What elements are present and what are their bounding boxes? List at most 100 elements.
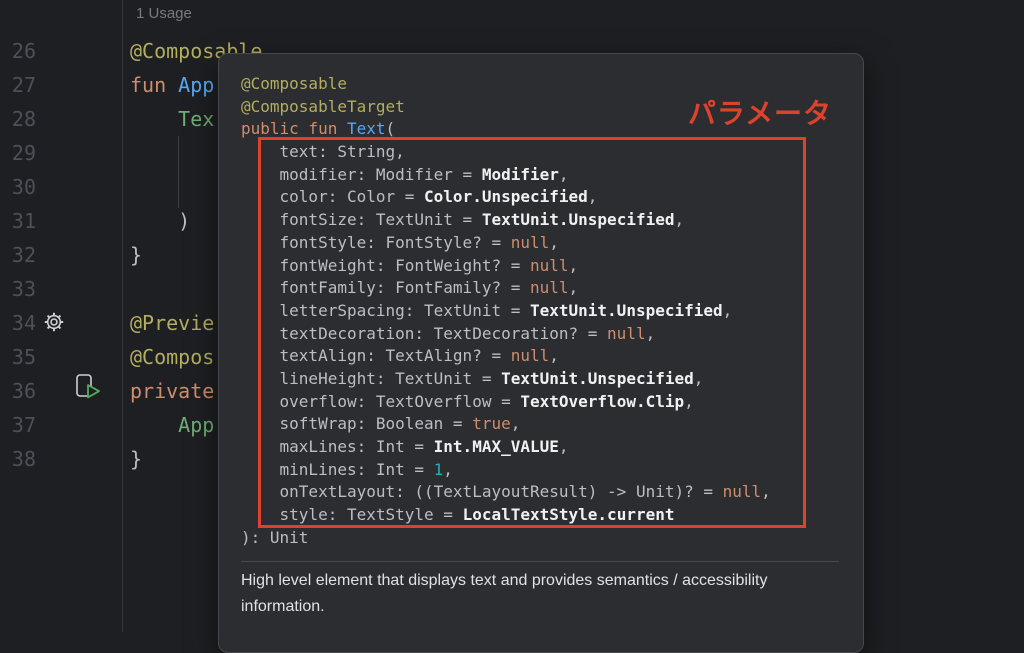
code-token: true (472, 414, 511, 433)
code-token: App (178, 73, 214, 97)
code-token: , (559, 437, 569, 456)
line-number: 37 (0, 408, 36, 442)
line-number: 28 (0, 102, 36, 136)
popup-code-block: @Composable@ComposableTargetpublic fun T… (241, 73, 771, 549)
code-token: , (569, 278, 579, 297)
code-token: letterSpacing: TextUnit = (241, 301, 530, 320)
line-number: 27 (0, 68, 36, 102)
code-token: @Compos (130, 345, 214, 369)
code-token: null (511, 346, 550, 365)
code-token: null (607, 324, 646, 343)
code-token: fun (130, 73, 178, 97)
code-token: LocalTextStyle.current (463, 505, 675, 524)
documentation-popup[interactable]: @Composable@ComposableTargetpublic fun T… (218, 53, 864, 653)
popup-code-line: text: String, (241, 141, 771, 164)
code-token: text: String, (241, 142, 405, 161)
code-token: } (130, 447, 142, 471)
popup-description-line: High level element that displays text an… (241, 568, 851, 594)
code-token: , (674, 210, 684, 229)
popup-divider (241, 561, 839, 562)
code-line[interactable]: } (130, 238, 142, 272)
code-token: , (569, 256, 579, 275)
code-token: TextUnit.Unspecified (530, 301, 723, 320)
code-line[interactable]: Tex (130, 102, 214, 136)
code-token: textAlign: TextAlign? = (241, 346, 511, 365)
code-token: modifier: Modifier = (241, 165, 482, 184)
code-token: fontWeight: FontWeight? = (241, 256, 530, 275)
code-token: null (530, 256, 569, 275)
popup-code-line: textAlign: TextAlign? = null, (241, 345, 771, 368)
code-line[interactable]: fun App (130, 68, 214, 102)
code-token: ): Unit (241, 528, 308, 547)
code-token: , (549, 233, 559, 252)
popup-code-line: overflow: TextOverflow = TextOverflow.Cl… (241, 391, 771, 414)
code-token: Color.Unspecified (424, 187, 588, 206)
popup-description-line: information. (241, 594, 851, 620)
gutter-separator (122, 0, 123, 632)
gear-icon[interactable] (44, 312, 64, 332)
line-number: 26 (0, 34, 36, 68)
editor-window: { "colors": { "editor_bg": "#1e1f22", "p… (0, 0, 1024, 632)
code-token: minLines: Int = (241, 460, 434, 479)
code-token: @ComposableTarget (241, 97, 405, 116)
popup-code-line: minLines: Int = 1, (241, 459, 771, 482)
indent-guide (178, 136, 179, 208)
code-line[interactable]: @Compos (130, 340, 214, 374)
code-token: , (511, 414, 521, 433)
code-line[interactable]: @Previe (130, 306, 214, 340)
code-token: } (130, 243, 142, 267)
code-token: , (723, 301, 733, 320)
code-token: @Previe (130, 311, 214, 335)
code-token: 1 (434, 460, 444, 479)
code-token: App (130, 413, 214, 437)
code-token: Text (347, 119, 386, 138)
run-preview-icon[interactable] (76, 374, 102, 399)
code-token: , (443, 460, 453, 479)
code-token: fontStyle: FontStyle? = (241, 233, 511, 252)
popup-code-line: style: TextStyle = LocalTextStyle.curren… (241, 504, 771, 527)
code-line[interactable]: App (130, 408, 214, 442)
code-token: ( (386, 119, 396, 138)
code-token: onTextLayout: ((TextLayoutResult) -> Uni… (241, 482, 723, 501)
line-number: 36 (0, 374, 36, 408)
code-line[interactable]: ) (130, 204, 190, 238)
popup-code-line: modifier: Modifier = Modifier, (241, 164, 771, 187)
code-token: lineHeight: TextUnit = (241, 369, 501, 388)
line-number: 29 (0, 136, 36, 170)
code-line[interactable]: private (130, 374, 214, 408)
popup-code-line: lineHeight: TextUnit = TextUnit.Unspecif… (241, 368, 771, 391)
popup-code-line: fontSize: TextUnit = TextUnit.Unspecifie… (241, 209, 771, 232)
popup-code-line: fontStyle: FontStyle? = null, (241, 232, 771, 255)
code-token: , (761, 482, 771, 501)
popup-code-line: textDecoration: TextDecoration? = null, (241, 323, 771, 346)
code-token: , (559, 165, 569, 184)
line-number: 35 (0, 340, 36, 374)
code-token: , (646, 324, 656, 343)
code-token: TextUnit.Unspecified (482, 210, 675, 229)
line-number: 30 (0, 170, 36, 204)
popup-code-line: fontWeight: FontWeight? = null, (241, 255, 771, 278)
code-line[interactable]: } (130, 442, 142, 476)
usage-count-hint[interactable]: 1 Usage (136, 5, 192, 22)
code-token: textDecoration: TextDecoration? = (241, 324, 607, 343)
code-token: fontSize: TextUnit = (241, 210, 482, 229)
code-token: , (549, 346, 559, 365)
popup-code-line: maxLines: Int = Int.MAX_VALUE, (241, 436, 771, 459)
code-token: Modifier (482, 165, 559, 184)
code-token: softWrap: Boolean = (241, 414, 472, 433)
code-token: Int.MAX_VALUE (434, 437, 559, 456)
line-number: 31 (0, 204, 36, 238)
code-token: private (130, 379, 214, 403)
code-token: TextUnit.Unspecified (501, 369, 694, 388)
code-token: TextOverflow.Clip (520, 392, 684, 411)
code-token: fontFamily: FontFamily? = (241, 278, 530, 297)
code-token: null (530, 278, 569, 297)
code-token: , (588, 187, 598, 206)
code-token: null (511, 233, 550, 252)
code-token: @Composable (241, 74, 347, 93)
code-token: overflow: TextOverflow = (241, 392, 520, 411)
code-token: maxLines: Int = (241, 437, 434, 456)
popup-code-line: onTextLayout: ((TextLayoutResult) -> Uni… (241, 481, 771, 504)
popup-code-line: color: Color = Color.Unspecified, (241, 186, 771, 209)
popup-code-line: letterSpacing: TextUnit = TextUnit.Unspe… (241, 300, 771, 323)
